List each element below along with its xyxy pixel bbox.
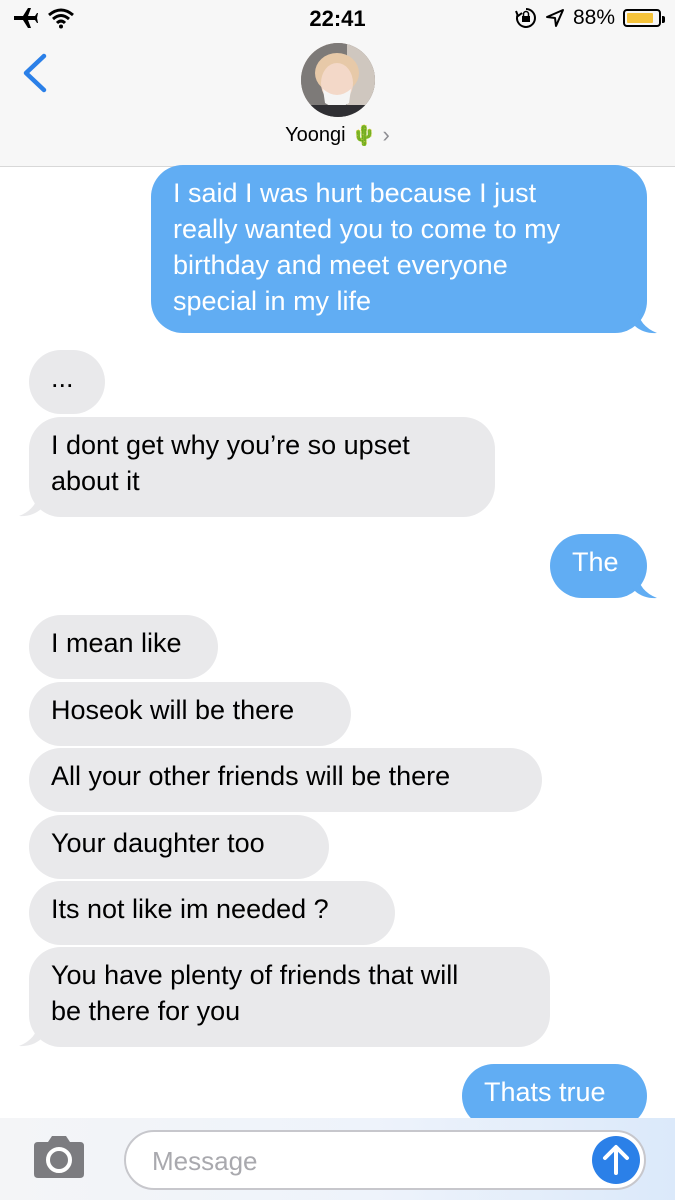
received-message[interactable]: ... xyxy=(29,350,105,414)
received-message[interactable]: Its not like im needed ? xyxy=(29,881,395,945)
message-list[interactable]: I said I was hurt because I just really … xyxy=(0,0,675,1200)
camera-button[interactable] xyxy=(30,1134,88,1180)
bubble-tail xyxy=(631,308,657,334)
message-placeholder: Message xyxy=(152,1146,258,1176)
camera-icon xyxy=(34,1136,84,1178)
bubble-tail xyxy=(19,1021,45,1047)
received-message[interactable]: I dont get why you’re so upset about it xyxy=(29,417,495,517)
received-message[interactable]: Your daughter too xyxy=(29,815,329,879)
received-message[interactable]: You have plenty of friends that will be … xyxy=(29,947,550,1047)
send-button[interactable] xyxy=(592,1136,640,1184)
arrow-up-icon xyxy=(603,1145,629,1175)
bubble-tail xyxy=(631,573,657,599)
message-input[interactable]: Message xyxy=(124,1130,646,1190)
bubble-tail xyxy=(19,491,45,517)
sent-message[interactable]: I said I was hurt because I just really … xyxy=(151,165,647,333)
received-message[interactable]: All your other friends will be there xyxy=(29,748,542,812)
received-message[interactable]: Hoseok will be there xyxy=(29,682,351,746)
received-message[interactable]: I mean like xyxy=(29,615,218,679)
